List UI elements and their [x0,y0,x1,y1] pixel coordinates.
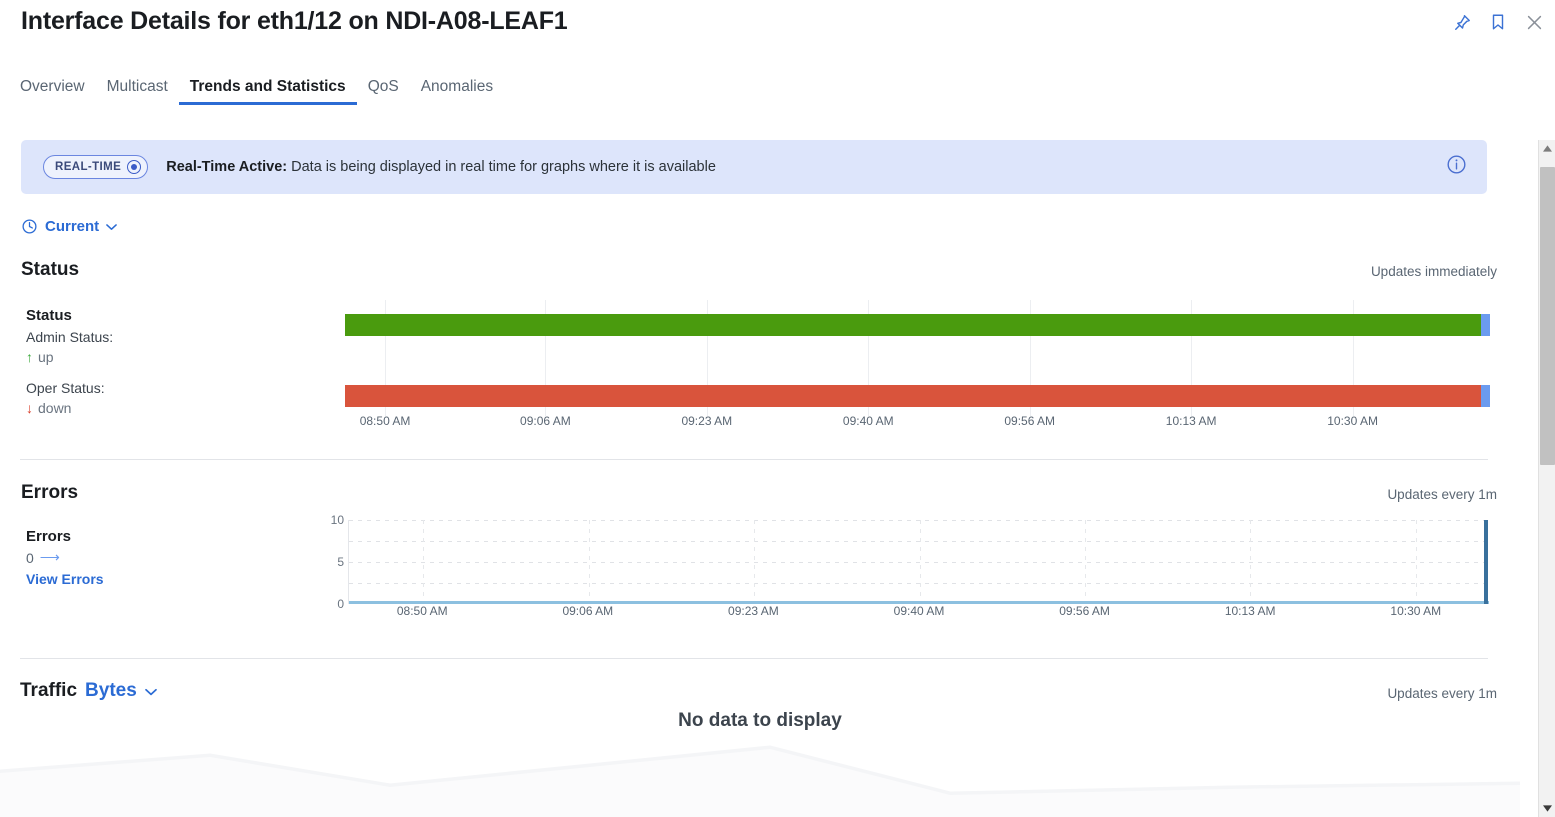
banner-message: Real-Time Active: Data is being displaye… [166,159,716,175]
y-axis-tick-label: 0 [337,597,344,611]
time-range-selector[interactable]: Current [21,218,118,235]
header-actions [1451,11,1545,33]
x-axis-tick-label: 08:50 AM [396,604,448,618]
traffic-updates-label: Updates every 1m [1387,686,1497,701]
x-axis-tick-label: 09:40 AM [893,604,945,618]
gridline [423,520,425,604]
errors-value-row: 0 ⟶ [26,549,326,566]
x-axis-tick-label: 09:23 AM [681,414,733,428]
errors-plot-area [348,520,1490,604]
tab-label: Multicast [106,78,168,95]
status-updates-label: Updates immediately [1370,264,1497,279]
errors-section-title: Errors [21,482,79,503]
errors-current-marker [1484,520,1488,604]
radio-on-icon [127,160,142,174]
admin-status-current-marker [1481,314,1490,336]
chevron-down-icon[interactable] [144,684,157,699]
tab-label: Trends and Statistics [189,78,346,95]
x-axis-tick-label: 09:56 AM [1059,604,1110,618]
pin-icon[interactable] [1451,11,1473,33]
x-axis-tick-label: 10:30 AM [1327,414,1378,428]
admin-status-value-row: ↑ up [26,347,326,368]
banner-title: Real-Time Active: [166,159,288,175]
banner-body: Data is being displayed in real time for… [291,159,716,175]
errors-y-axis-labels: 10 5 0 [320,513,344,611]
x-axis-tick-label: 08:50 AM [359,414,411,428]
gridline [588,520,590,604]
clock-icon [21,218,38,235]
page-title: Interface Details for eth1/12 on NDI-A08… [21,7,568,35]
errors-timeseries-chart[interactable]: 10 5 0 08:50 AM 09:06 AM 09:23 AM 09:40 AM 09:… [320,513,1490,630]
y-axis-tick-label: 10 [330,513,344,527]
errors-value: 0 [26,549,34,566]
traffic-placeholder-graphic [0,735,1520,817]
errors-legend: Errors 0 ⟶ View Errors [26,528,326,587]
tab-label: QoS [367,78,399,95]
gridline [1250,520,1252,604]
errors-x-axis-labels: 08:50 AM 09:06 AM 09:23 AM 09:40 AM 09:56 AM… [348,604,1490,624]
chevron-down-icon [106,220,118,234]
arrow-down-icon: ↓ [26,400,33,416]
admin-status-value: up [38,349,54,365]
x-axis-tick-label: 10:13 AM [1224,604,1276,618]
gridline [1415,520,1417,604]
time-range-label: Current [45,218,100,235]
traffic-unit-selector[interactable]: Bytes [85,680,137,702]
status-legend: Status Admin Status: ↑ up Oper Status: ↓… [26,307,326,419]
traffic-section-header: Traffic Bytes [20,680,157,702]
x-axis-tick-label: 09:40 AM [842,414,894,428]
x-axis-tick-label: 10:30 AM [1390,604,1442,618]
oper-status-value-row: ↓ down [26,398,326,419]
status-x-axis-labels: 08:50 AM 09:06 AM 09:23 AM 09:40 AM 09:56 AM… [345,414,1490,434]
interface-details-panel: Interface Details for eth1/12 on NDI-A08… [0,0,1555,817]
oper-status-current-marker [1481,385,1490,407]
x-axis-tick-label: 09:56 AM [1004,414,1056,428]
gridline [754,520,756,604]
status-section-title: Status [21,259,80,280]
y-axis-tick-label: 5 [337,555,344,569]
gridline [919,520,921,604]
admin-status-label: Admin Status: [26,329,114,345]
tab-qos[interactable]: QoS [357,78,410,105]
arrow-up-icon: ↑ [26,349,33,365]
tab-overview[interactable]: Overview [20,78,96,105]
tab-label: Overview [20,78,85,95]
close-icon[interactable] [1523,11,1545,33]
arrow-right-icon: ⟶ [39,549,60,565]
section-divider [20,459,1488,460]
errors-legend-title: Errors [26,528,72,545]
vertical-scrollbar[interactable] [1538,140,1555,817]
tab-bar: Overview Multicast Trends and Statistics… [20,78,504,105]
oper-status-value: down [38,400,72,416]
traffic-no-data-message: No data to display [678,710,842,731]
x-axis-tick-label: 09:23 AM [728,604,779,618]
x-axis-tick-label: 09:06 AM [520,414,571,428]
real-time-pill-label: REAL-TIME [55,161,122,173]
info-circle-icon[interactable] [1446,154,1467,180]
oper-status-bar[interactable] [345,385,1490,407]
x-axis-tick-label: 10:13 AM [1165,414,1217,428]
tab-label: Anomalies [420,78,494,95]
scroll-down-arrow-icon[interactable] [1539,800,1555,817]
tab-anomalies[interactable]: Anomalies [410,78,504,105]
oper-status-label: Oper Status: [26,380,105,396]
scroll-up-arrow-icon[interactable] [1539,140,1555,157]
real-time-banner: REAL-TIME Real-Time Active: Data is bein… [21,140,1487,194]
scrollbar-thumb[interactable] [1540,167,1555,466]
view-errors-link[interactable]: View Errors [26,571,326,587]
admin-status-bar[interactable] [345,314,1490,336]
section-divider [20,658,1488,659]
x-axis-tick-label: 09:06 AM [562,604,614,618]
traffic-section-title: Traffic [20,680,78,701]
real-time-toggle[interactable]: REAL-TIME [43,155,149,179]
status-legend-title: Status [26,307,72,324]
errors-updates-label: Updates every 1m [1387,487,1497,502]
bookmark-icon[interactable] [1487,11,1509,33]
tab-multicast[interactable]: Multicast [96,78,179,105]
gridline [1084,520,1086,604]
status-timeline-chart[interactable]: 08:50 AM 09:06 AM 09:23 AM 09:40 AM 09:56 AM… [345,300,1490,430]
panel-header: Interface Details for eth1/12 on NDI-A08… [0,0,1555,52]
tab-trends-and-statistics[interactable]: Trends and Statistics [178,78,357,105]
